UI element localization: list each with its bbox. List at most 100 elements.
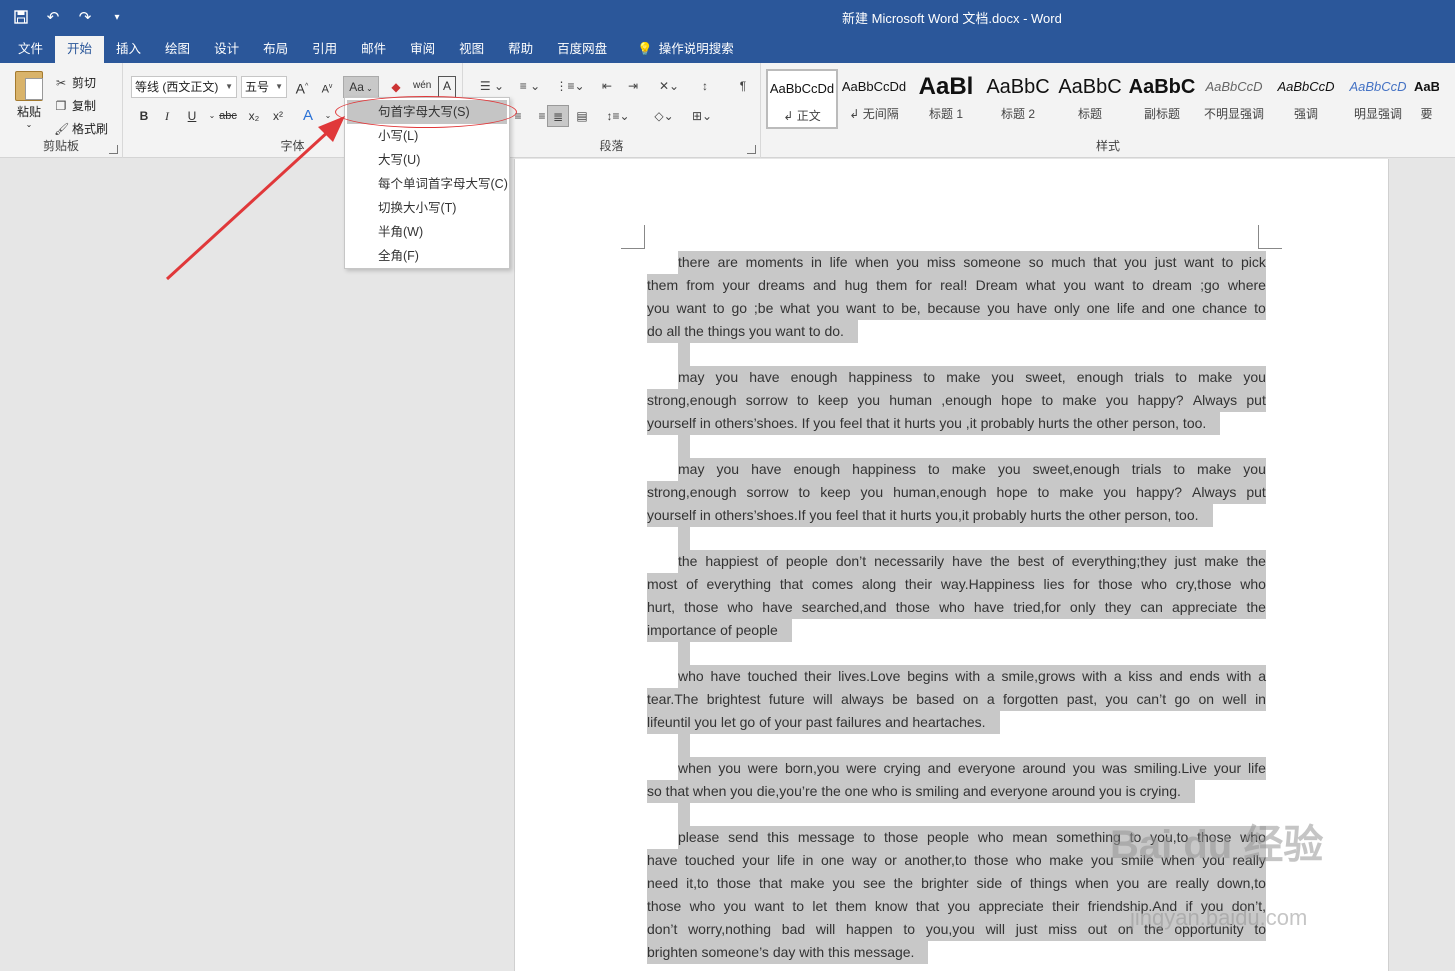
text-line: do all the things you want to do. [647, 320, 1266, 343]
styles-group-label: 样式 [1095, 139, 1120, 153]
justify-icon[interactable]: ≣ [547, 105, 569, 127]
redo-icon[interactable]: ↷ [74, 6, 96, 28]
tell-me-search[interactable]: 💡 操作说明搜索 [619, 36, 746, 63]
empty-paragraph [647, 527, 1266, 550]
line-spacing-icon[interactable]: ↕≡⌄ [603, 105, 633, 127]
phonetic-guide-button[interactable]: wén [413, 75, 431, 97]
bold-button[interactable]: B [135, 105, 153, 127]
text-line: who have touched their lives.Love begins with a… [647, 665, 1266, 688]
text-line: tear.The brightest future will always be based… [647, 688, 1266, 711]
font-size-value: 五号 [245, 80, 270, 94]
paragraph-launcher-icon[interactable] [747, 145, 756, 154]
shrink-font-icon: A [321, 83, 329, 96]
tab-insert[interactable]: 插入 [104, 36, 153, 63]
tab-draw[interactable]: 绘图 [153, 36, 202, 63]
clipboard-launcher-icon[interactable] [109, 145, 118, 154]
subscript-button[interactable]: x₂ [245, 105, 263, 127]
strikethrough-button[interactable]: abc [219, 105, 237, 127]
tab-file[interactable]: 文件 [6, 36, 55, 63]
paragraph[interactable]: who have touched their lives.Love begins with a… [647, 665, 1266, 734]
phonetic-guide-icon: wén [413, 80, 432, 91]
undo-icon[interactable]: ↶ [42, 6, 64, 28]
borders-icon[interactable]: ⊞⌄ [687, 105, 717, 127]
clipboard-group-label: 剪贴板 [42, 139, 79, 153]
change-case-icon: Aa [349, 80, 364, 94]
chinese-layout-icon[interactable]: ✕⌄ [655, 75, 683, 97]
text-line: strong,enoughsorrowtokeepyouhuman,enough… [647, 481, 1266, 504]
grow-font-button[interactable]: A^ [293, 76, 311, 98]
paragraph[interactable]: may you have enough happiness to make you sweet,… [647, 366, 1266, 435]
copy-label: 复制 [72, 99, 97, 113]
text-line: so that when you die,you’re the one who … [647, 780, 1266, 803]
character-border-icon[interactable]: A [438, 76, 456, 98]
tab-home[interactable]: 开始 [55, 36, 105, 63]
tell-me-label: 操作说明搜索 [658, 42, 734, 56]
menu-item-toggle-case[interactable]: 切换大小写(T) [345, 196, 509, 220]
tab-design[interactable]: 设计 [202, 36, 251, 63]
format-painter-label: 格式刷 [72, 122, 109, 136]
crop-mark-top-left [621, 225, 645, 249]
shrink-font-button[interactable]: Av [318, 76, 336, 98]
window-title: 新建 Microsoft Word 文档.docx - Word [842, 11, 1062, 26]
menu-item-capitalize-each-word[interactable]: 每个单词首字母大写(C) [345, 172, 509, 196]
save-icon[interactable] [10, 6, 32, 28]
text-line: when you were born,you were crying and everyone… [647, 757, 1266, 780]
menu-item-half-width[interactable]: 半角(W) [345, 220, 509, 244]
text-line: may you have enough happiness to make you sweet,… [647, 458, 1266, 481]
underline-button[interactable]: U [183, 105, 201, 127]
text-line: hurt, those who have searched,and those who hav… [647, 596, 1266, 619]
watermark-url: jingyan.baidu.com [1130, 905, 1308, 930]
tab-layout[interactable]: 布局 [251, 36, 300, 63]
distributed-icon[interactable]: ▤ [573, 105, 591, 127]
text-line: you want to go ;be what you want to be, because you… [647, 297, 1266, 320]
chevron-down-icon[interactable]: ⌄ [319, 105, 337, 127]
change-case-button[interactable]: Aa ⌄ [343, 76, 379, 98]
bullets-icon[interactable]: ☰ ⌄ [477, 75, 507, 97]
clipboard-icon [15, 71, 43, 101]
numbering-icon[interactable]: ≡ ⌄ [515, 75, 545, 97]
text-effects-icon[interactable]: A [299, 105, 317, 127]
paragraph[interactable]: when you were born,you were crying and everyone… [647, 757, 1266, 803]
menu-item-full-width[interactable]: 全角(F) [345, 244, 509, 268]
text-line: them from your dreams and hug them for real! Drea… [647, 274, 1266, 297]
text-line: yourself in others’shoes.If you feel tha… [647, 504, 1266, 527]
empty-paragraph [647, 343, 1266, 366]
lightbulb-icon: 💡 [637, 42, 653, 56]
crop-mark-top-right [1258, 225, 1282, 249]
copy-button[interactable]: ❐ 复制 [54, 94, 108, 117]
multilevel-list-icon[interactable]: ⋮≡⌄ [555, 75, 585, 97]
shading-icon[interactable]: ◇⌄ [649, 105, 679, 127]
tab-baidu-netdisk[interactable]: 百度网盘 [545, 36, 619, 63]
text-line: lifeuntil you let go of your past failur… [647, 711, 1266, 734]
decrease-indent-icon[interactable]: ⇤ [597, 75, 617, 97]
sort-icon[interactable]: ↕ [695, 75, 715, 97]
italic-button[interactable]: I [158, 105, 176, 127]
chevron-down-icon: ▼ [225, 82, 233, 91]
tab-review[interactable]: 审阅 [398, 36, 447, 63]
tab-references[interactable]: 引用 [300, 36, 349, 63]
font-size-combo[interactable]: 五号 ▼ [241, 76, 287, 98]
font-name-combo[interactable]: 等线 (西文正文) ▼ [131, 76, 237, 98]
tab-help[interactable]: 帮助 [496, 36, 545, 63]
paragraph[interactable]: the happiest of people don’t necessarily have t… [647, 550, 1266, 642]
text-line: yourself in others’shoes. If you feel th… [647, 412, 1266, 435]
chevron-down-icon: ⌄ [25, 120, 33, 129]
cut-label: 剪切 [72, 76, 97, 90]
superscript-button[interactable]: x² [269, 105, 287, 127]
customize-toolbar-icon[interactable]: ▾ [106, 6, 128, 28]
tab-view[interactable]: 视图 [447, 36, 496, 63]
menu-item-uppercase[interactable]: 大写(U) [345, 148, 509, 172]
clipboard-group: 粘贴 ⌄ ✂ 剪切 ❐ 复制 🖌 格式刷 剪贴板 [0, 63, 123, 158]
styles-group: 样式 [761, 63, 1455, 158]
watermark-logo: Bai du 经验 [1110, 823, 1324, 867]
tab-mailings[interactable]: 邮件 [349, 36, 398, 63]
copy-icon: ❐ [55, 98, 67, 113]
increase-indent-icon[interactable]: ⇥ [623, 75, 643, 97]
text-line: there are moments in life when you miss someone s… [647, 251, 1266, 274]
paragraph[interactable]: there are moments in life when you miss someone s… [647, 251, 1266, 343]
cut-button[interactable]: ✂ 剪切 [54, 71, 108, 94]
clear-formatting-icon[interactable]: ◆ [387, 76, 405, 98]
paste-button[interactable]: 粘贴 ⌄ [12, 71, 46, 129]
show-marks-icon[interactable]: ¶ [733, 75, 753, 97]
paragraph[interactable]: may you have enough happiness to make you sweet,… [647, 458, 1266, 527]
